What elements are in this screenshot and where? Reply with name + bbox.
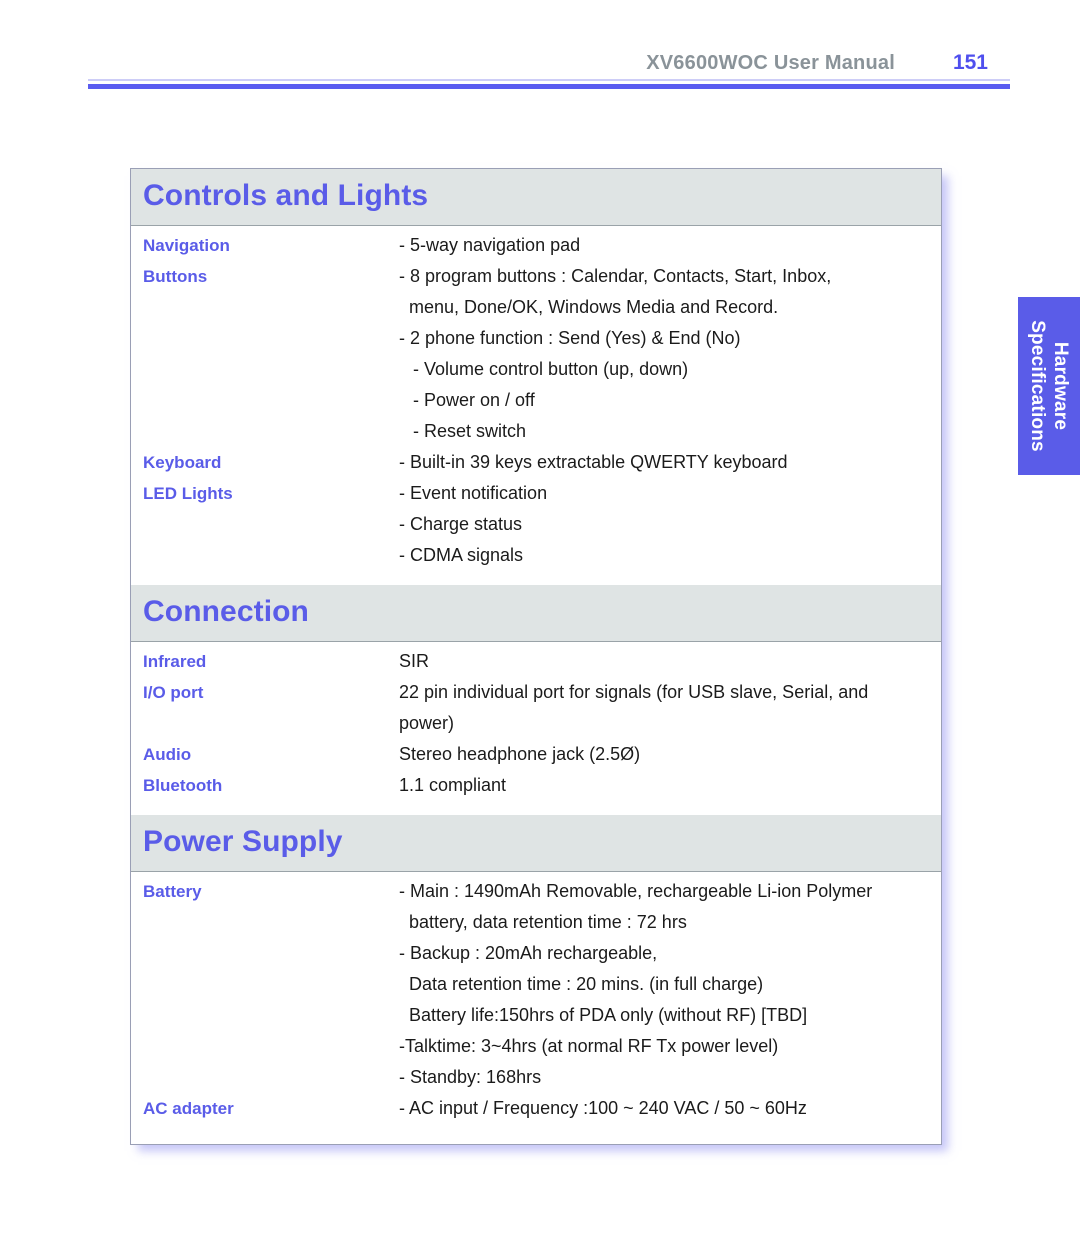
- page-running-header: XV6600WOC User Manual 151: [0, 48, 1080, 98]
- spec-row: Infrared SIR: [131, 646, 941, 677]
- spec-value-line: 22 pin individual port for signals (for …: [399, 682, 869, 702]
- header-rule-thick: [88, 84, 1010, 89]
- spec-value-line: battery, data retention time : 72 hrs: [409, 912, 687, 932]
- spec-value-line: - Event notification: [399, 483, 548, 503]
- spec-value-cell: - 5-way navigation pad: [399, 230, 941, 261]
- spec-row: Battery - Main : 1490mAh Removable, recha…: [131, 876, 941, 1093]
- spec-value-cell: 22 pin individual port for signals (for …: [399, 677, 941, 739]
- spec-label: [143, 354, 399, 385]
- spec-value-line: Stereo headphone jack (2.5Ø): [399, 744, 641, 764]
- spec-label: Bluetooth: [143, 776, 223, 795]
- spec-value-cell: - Event notification - Charge status - CDM…: [399, 478, 941, 579]
- section-header-title: Power Supply: [143, 825, 343, 858]
- spec-label-cell: Bluetooth: [131, 770, 399, 801]
- spec-value-line: -Talktime: 3~4hrs (at normal RF Tx power…: [399, 1036, 779, 1056]
- spec-row: I/O port 22 pin individual port for signa…: [131, 677, 941, 739]
- spec-label-cell: [131, 354, 399, 385]
- spec-label-cell: I/O port: [131, 677, 399, 708]
- specifications-table: Controls and Lights Navigation - 5-way nav…: [130, 168, 942, 1145]
- section-body: Navigation - 5-way navigation pad Buttons -…: [131, 226, 941, 585]
- section-header: Power Supply: [131, 815, 941, 872]
- spec-section: Connection Infrared SIR I/O port 22 pin indi…: [131, 585, 941, 815]
- spec-label-cell: AC adapter: [131, 1093, 399, 1124]
- spec-value-line: - AC input / Frequency :100 ~ 240 VAC / …: [399, 1098, 807, 1118]
- spec-value-line: 1.1 compliant: [399, 775, 507, 795]
- spec-value-cell: Stereo headphone jack (2.5Ø): [399, 739, 941, 770]
- spec-value-line: - Reset switch: [413, 421, 527, 441]
- page-number: 151: [952, 51, 988, 74]
- spec-value-line: menu, Done/OK, Windows Media and Record.: [409, 297, 779, 317]
- spec-label-cell: Keyboard: [131, 447, 399, 478]
- spec-label: Infrared: [143, 652, 207, 671]
- header-rule-thin: [88, 79, 1010, 81]
- spec-section: Power Supply Battery - Main : 1490mAh Remo…: [131, 815, 941, 1144]
- spec-row: Audio Stereo headphone jack (2.5Ø): [131, 739, 941, 770]
- spec-label: Audio: [143, 745, 192, 764]
- spec-label-cell: Audio: [131, 739, 399, 770]
- section-header-title: Controls and Lights: [143, 179, 429, 212]
- spec-row: - Volume control button (up, down) - Powe…: [131, 354, 941, 447]
- section-header: Controls and Lights: [131, 169, 941, 226]
- spec-row: Navigation - 5-way navigation pad: [131, 230, 941, 261]
- spec-value-cell: - AC input / Frequency :100 ~ 240 VAC / …: [399, 1093, 941, 1132]
- spec-value-cell: - Main : 1490mAh Removable, rechargeable…: [399, 876, 941, 1093]
- spec-value-line: - Charge status: [399, 514, 523, 534]
- spec-value-line: - Built-in 39 keys extractable QWERTY ke…: [399, 452, 788, 472]
- spec-value-line: - Standby: 168hrs: [399, 1067, 542, 1087]
- spec-value-line: Battery life:150hrs of PDA only (without…: [409, 1005, 808, 1025]
- spec-label-cell: LED Lights: [131, 478, 399, 509]
- spec-label: LED Lights: [143, 484, 233, 503]
- spec-label-cell: Battery: [131, 876, 399, 907]
- spec-row: Bluetooth 1.1 compliant: [131, 770, 941, 809]
- side-tab-hardware-specifications: Hardware Specifications: [1018, 297, 1080, 475]
- spec-value-line: Data retention time : 20 mins. (in full …: [409, 974, 764, 994]
- spec-label: AC adapter: [143, 1099, 234, 1118]
- spec-label-cell: Infrared: [131, 646, 399, 677]
- spec-label-cell: Navigation: [131, 230, 399, 261]
- spec-value-cell: - 8 program buttons : Calendar, Contacts…: [399, 261, 941, 354]
- spec-value-line: - 5-way navigation pad: [399, 235, 581, 255]
- section-header-title: Connection: [143, 595, 309, 628]
- spec-value-line: SIR: [399, 651, 430, 671]
- spec-label: Keyboard: [143, 453, 222, 472]
- spec-section: Controls and Lights Navigation - 5-way nav…: [131, 169, 941, 585]
- manual-title: XV6600WOC User Manual: [646, 51, 895, 74]
- spec-label: Battery: [143, 882, 202, 901]
- side-tab-label: Hardware Specifications: [1027, 320, 1071, 452]
- spec-value-line: - Volume control button (up, down): [413, 359, 689, 379]
- spec-label: Navigation: [143, 236, 230, 255]
- spec-value-cell: SIR: [399, 646, 941, 677]
- spec-value-line: - Backup : 20mAh rechargeable,: [399, 943, 658, 963]
- spec-value-line: - CDMA signals: [399, 545, 524, 565]
- spec-row: Keyboard - Built-in 39 keys extractable Q…: [131, 447, 941, 478]
- spec-value-line: - 2 phone function : Send (Yes) & End (N…: [399, 328, 741, 348]
- spec-value-line: - Main : 1490mAh Removable, rechargeable…: [399, 881, 873, 901]
- section-body: Infrared SIR I/O port 22 pin individual por…: [131, 642, 941, 815]
- section-header: Connection: [131, 585, 941, 642]
- spec-row: Buttons - 8 program buttons : Calendar, C…: [131, 261, 941, 354]
- spec-label: I/O port: [143, 683, 204, 702]
- header-text-row: XV6600WOC User Manual 151: [0, 48, 1010, 78]
- spec-value-cell: - Built-in 39 keys extractable QWERTY ke…: [399, 447, 941, 478]
- spec-row: LED Lights - Event notification - Charge s…: [131, 478, 941, 579]
- spec-value-line: power): [399, 713, 455, 733]
- section-body: Battery - Main : 1490mAh Removable, recha…: [131, 872, 941, 1144]
- spec-value-cell: - Volume control button (up, down) - Powe…: [399, 354, 941, 447]
- spec-value-line: - 8 program buttons : Calendar, Contacts…: [399, 266, 832, 286]
- spec-value-cell: 1.1 compliant: [399, 770, 941, 809]
- spec-label: Buttons: [143, 267, 208, 286]
- spec-value-line: - Power on / off: [413, 390, 535, 410]
- spec-row: AC adapter - AC input / Frequency :100 ~ …: [131, 1093, 941, 1132]
- spec-label-cell: Buttons: [131, 261, 399, 292]
